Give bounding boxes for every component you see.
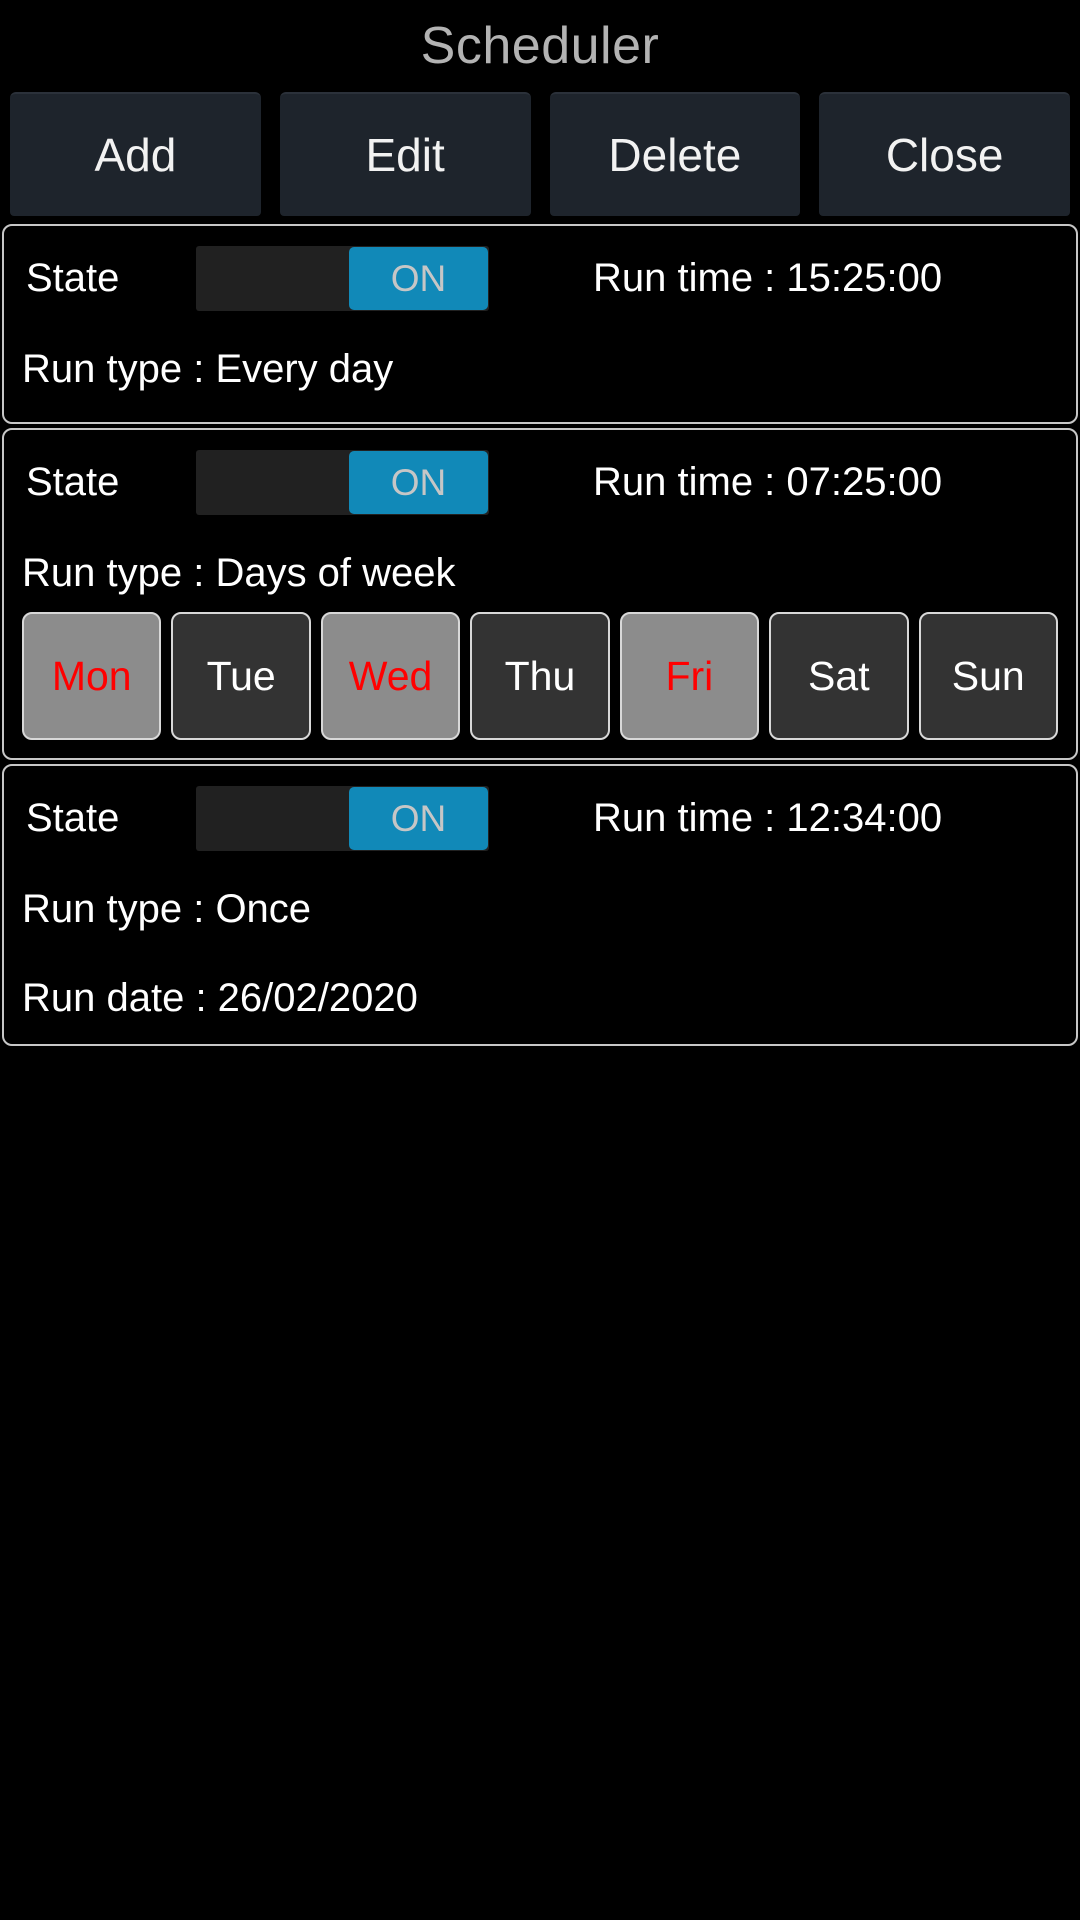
- state-toggle-thumb: ON: [349, 450, 488, 514]
- state-row: State ON Run time : 15:25:00: [4, 226, 1076, 330]
- state-toggle-thumb: ON: [349, 786, 488, 850]
- edit-button[interactable]: Edit: [279, 92, 531, 216]
- day-button-sat[interactable]: Sat: [769, 612, 909, 740]
- delete-button[interactable]: Delete: [549, 92, 801, 216]
- scheduler-screen: Scheduler Add Edit Delete Close State ON Run …: [0, 0, 1080, 1920]
- card-spacer: [4, 1034, 1076, 1044]
- schedule-list: State ON Run time : 15:25:00 Run type : Eve…: [0, 224, 1080, 1046]
- state-toggle[interactable]: ON: [196, 449, 489, 515]
- schedule-card[interactable]: State ON Run time : 07:25:00 Run type : Day…: [2, 428, 1078, 760]
- close-button[interactable]: Close: [819, 92, 1070, 216]
- state-toggle-thumb: ON: [349, 246, 488, 310]
- days-of-week-row: Mon Tue Wed Thu Fri Sat Sun: [4, 612, 1076, 758]
- state-toggle[interactable]: ON: [196, 245, 489, 311]
- schedule-card[interactable]: State ON Run time : 12:34:00 Run type : Onc…: [2, 764, 1078, 1046]
- state-label: State: [26, 796, 120, 840]
- run-type-text: Run type : Days of week: [22, 551, 456, 595]
- card-spacer: [4, 408, 1076, 422]
- run-time-text: Run time : 07:25:00: [593, 460, 943, 504]
- state-toggle[interactable]: ON: [196, 785, 489, 851]
- run-time-text: Run time : 15:25:00: [593, 256, 943, 300]
- run-type-text: Run type : Once: [22, 887, 312, 931]
- run-type-text: Run type : Every day: [22, 347, 394, 391]
- day-button-mon[interactable]: Mon: [22, 612, 162, 740]
- day-button-sun[interactable]: Sun: [918, 612, 1058, 740]
- day-button-fri[interactable]: Fri: [619, 612, 760, 740]
- run-time-text: Run time : 12:34:00: [593, 796, 943, 840]
- card-spacer: [4, 948, 1076, 962]
- state-label: State: [26, 256, 120, 300]
- page-title: Scheduler: [420, 17, 660, 75]
- schedule-card[interactable]: State ON Run time : 15:25:00 Run type : Eve…: [2, 224, 1078, 424]
- day-button-tue[interactable]: Tue: [171, 612, 311, 740]
- toolbar: Add Edit Delete Close: [0, 92, 1080, 216]
- add-button[interactable]: Add: [10, 92, 261, 216]
- run-date-text: Run date : 26/02/2020: [22, 976, 418, 1020]
- day-button-wed[interactable]: Wed: [320, 612, 461, 740]
- state-label: State: [26, 460, 120, 504]
- title-bar: Scheduler: [0, 0, 1080, 92]
- day-button-thu[interactable]: Thu: [470, 612, 610, 740]
- state-row: State ON Run time : 07:25:00: [4, 430, 1076, 534]
- state-row: State ON Run time : 12:34:00: [4, 766, 1076, 870]
